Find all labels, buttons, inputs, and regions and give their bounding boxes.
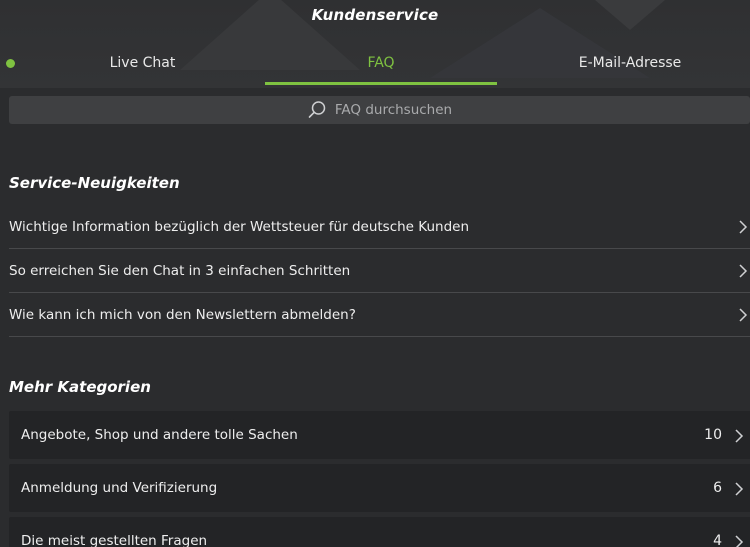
online-status-icon bbox=[6, 59, 15, 68]
search-input[interactable]: FAQ durchsuchen bbox=[9, 96, 750, 124]
news-item[interactable]: Wichtige Information bezüglich der Wetts… bbox=[9, 205, 750, 249]
chevron-right-icon bbox=[739, 308, 748, 322]
category-item[interactable]: Angebote, Shop und andere tolle Sachen 1… bbox=[9, 411, 750, 459]
header: Kundenservice Live Chat FAQ E-Mail-Adres… bbox=[0, 0, 750, 88]
chevron-right-icon bbox=[739, 264, 748, 278]
tab-live-chat[interactable]: Live Chat bbox=[20, 46, 265, 88]
section-title-categories: Mehr Kategorien bbox=[9, 378, 151, 396]
news-item[interactable]: So erreichen Sie den Chat in 3 einfachen… bbox=[9, 249, 750, 293]
chevron-right-icon bbox=[735, 429, 744, 443]
page-title: Kundenservice bbox=[311, 6, 439, 24]
news-item[interactable]: Wie kann ich mich von den Newslettern ab… bbox=[9, 293, 750, 337]
category-label: Angebote, Shop und andere tolle Sachen bbox=[21, 427, 298, 443]
category-count: 10 bbox=[704, 427, 722, 443]
chevron-right-icon bbox=[735, 482, 744, 496]
chevron-right-icon bbox=[739, 220, 748, 234]
search-placeholder: FAQ durchsuchen bbox=[334, 102, 453, 118]
category-label: Die meist gestellten Fragen bbox=[21, 533, 208, 547]
section-title-news: Service-Neuigkeiten bbox=[9, 174, 180, 192]
tab-bar: Live Chat FAQ E-Mail-Adresse bbox=[0, 46, 750, 88]
tab-email[interactable]: E-Mail-Adresse bbox=[510, 46, 750, 88]
chevron-right-icon bbox=[735, 535, 744, 547]
category-count: 6 bbox=[713, 480, 722, 496]
news-item-label: Wichtige Information bezüglich der Wetts… bbox=[9, 218, 469, 235]
category-item[interactable]: Anmeldung und Verifizierung 6 bbox=[9, 464, 750, 512]
category-count: 4 bbox=[713, 533, 722, 547]
search-icon bbox=[308, 101, 326, 118]
category-item[interactable]: Die meist gestellten Fragen 4 bbox=[9, 517, 750, 547]
active-tab-indicator bbox=[265, 82, 497, 85]
news-item-label: Wie kann ich mich von den Newslettern ab… bbox=[9, 306, 356, 323]
category-label: Anmeldung und Verifizierung bbox=[21, 480, 218, 496]
news-item-label: So erreichen Sie den Chat in 3 einfachen… bbox=[9, 262, 351, 279]
